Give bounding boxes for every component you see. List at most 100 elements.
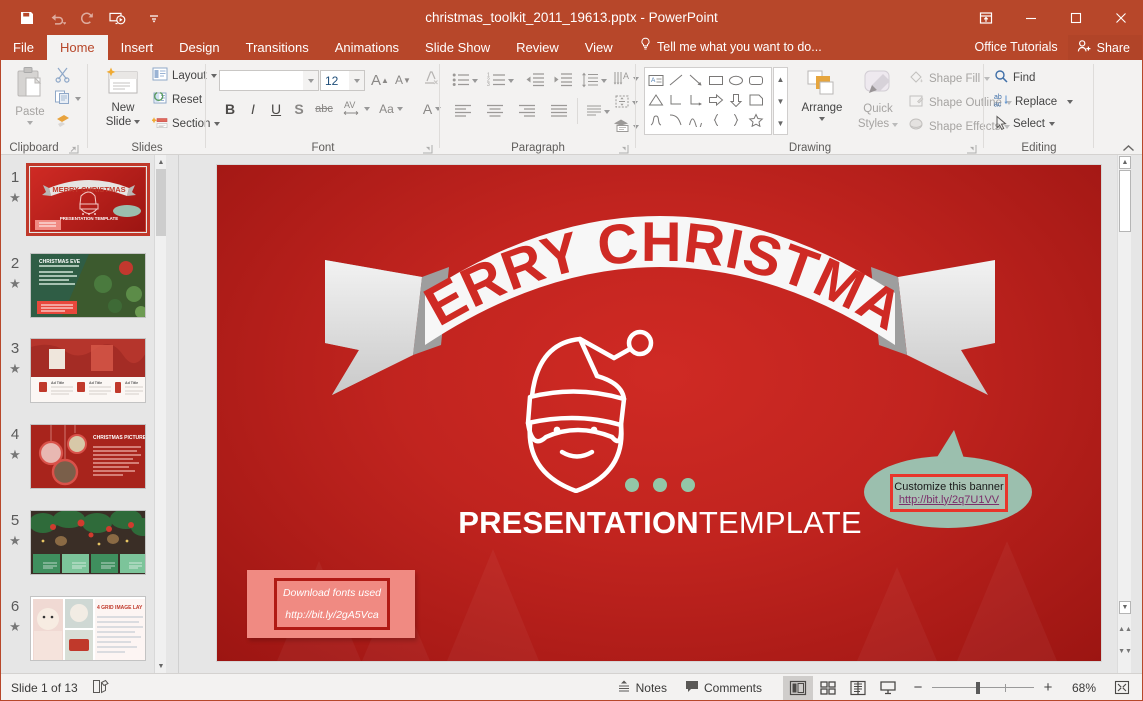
bold-button[interactable]: B [219,98,241,120]
align-right-button[interactable] [514,102,540,122]
callout-customize-banner[interactable]: Customize this banner http://bit.ly/2q7U… [862,430,1034,530]
cut-button[interactable] [54,66,71,86]
new-slide-chevron-down-icon[interactable] [134,120,140,124]
close-icon[interactable] [1098,0,1143,35]
paste-button[interactable]: Paste [8,64,52,125]
slide-thumbnail-pane[interactable]: 1 ★ MERRY CHRISTMAS PRESENTATION TEMPLAT… [0,155,166,673]
zoom-control[interactable]: − + 68% [911,680,1135,695]
shape-flowchart-icon[interactable] [746,90,766,110]
undo-button[interactable] [44,5,70,31]
start-presentation-button[interactable] [104,5,130,31]
font-name-chevron-down-icon[interactable] [303,71,318,90]
reset-button[interactable]: Reset [152,91,202,108]
font-size-combobox[interactable]: 12 [320,70,365,91]
shapes-gallery[interactable]: A [644,67,772,135]
increase-font-size-button[interactable]: A▲ [369,69,391,91]
character-spacing-button[interactable]: AV [338,98,372,120]
line-spacing-button[interactable] [579,70,609,92]
shape-textbox-icon[interactable]: A [646,70,666,90]
tab-view[interactable]: View [572,35,626,60]
office-tutorials-link[interactable]: Office Tutorials [965,35,1068,60]
animation-star-icon-5[interactable]: ★ [0,533,30,549]
shapes-more-icon[interactable]: ▼ [774,112,787,134]
animation-star-icon-4[interactable]: ★ [0,447,30,463]
font-size-chevron-down-icon[interactable] [349,71,364,90]
columns-chevron-down-icon[interactable] [604,110,610,114]
next-slide-icon[interactable]: ▼▼ [1119,645,1131,658]
callout-download-fonts[interactable]: Download fonts used http://bit.ly/2gA5Vc… [247,570,415,638]
slide-show-button[interactable] [873,676,903,700]
line-spacing-chevron-down-icon[interactable] [601,79,607,83]
shape-right-brace-icon[interactable] [726,110,746,130]
shape-triangle-icon[interactable] [646,90,666,110]
redo-button[interactable] [74,5,100,31]
font-dialog-launcher[interactable] [422,142,434,154]
shape-line-icon[interactable] [666,70,686,90]
comments-button[interactable]: Comments [676,676,771,700]
slide-scroll-down-icon[interactable]: ▼ [1119,601,1131,614]
collapse-ribbon-button[interactable] [1120,141,1136,155]
thumbnail-slide-3[interactable]: Ad TitleAd TitleAd Title [30,338,146,403]
thumbnail-slide-4[interactable]: CHRISTMAS PICTURE [30,424,146,489]
shape-star-icon[interactable] [746,110,766,130]
tell-me-search[interactable]: Tell me what you want to do... [640,35,822,60]
bullets-chevron-down-icon[interactable] [472,79,478,83]
change-case-button[interactable]: Aa [374,98,408,120]
decrease-font-size-button[interactable]: A▼ [392,69,414,91]
arrange-button[interactable]: Arrange [794,66,850,121]
thumbnail-scroll-thumb[interactable] [156,169,166,236]
bullets-button[interactable] [450,70,480,92]
tab-insert[interactable]: Insert [108,35,167,60]
new-slide-button[interactable]: New Slide [97,65,149,129]
strikethrough-button[interactable]: abc [311,98,337,120]
shape-right-arrow-icon[interactable] [706,90,726,110]
shape-down-arrow-icon[interactable] [726,90,746,110]
change-case-chevron-down-icon[interactable] [397,107,403,111]
slide-scrollbar[interactable]: ▲ ▼ ▲▲ ▼▼ [1117,155,1131,673]
save-button[interactable] [14,5,40,31]
thumbnail-scroll-down-icon[interactable]: ▼ [155,659,166,673]
shapes-scroll-up-icon[interactable]: ▲ [774,68,787,90]
quick-styles-button[interactable]: Quick Styles [852,66,904,132]
thumbnail-scrollbar[interactable]: ▲ ▼ [154,155,166,673]
slide-canvas[interactable]: MERRY CHRISTMAS [216,164,1102,662]
zoom-in-button[interactable]: + [1041,680,1055,695]
thumbnail-slide-5[interactable] [30,510,146,575]
animation-star-icon-6[interactable]: ★ [0,619,30,635]
clipboard-dialog-launcher[interactable] [68,142,80,154]
numbering-chevron-down-icon[interactable] [508,79,514,83]
drawing-dialog-launcher[interactable] [966,142,978,154]
customize-qat-button[interactable] [141,5,167,31]
animation-star-icon-3[interactable]: ★ [0,361,30,377]
callout-fonts-link[interactable]: http://bit.ly/2gA5Vca [285,609,378,621]
shape-rounded-rectangle-icon[interactable] [746,70,766,90]
tab-transitions[interactable]: Transitions [233,35,322,60]
shape-curve-down-icon[interactable] [666,110,686,130]
zoom-out-button[interactable]: − [911,680,925,695]
select-chevron-down-icon[interactable] [1049,122,1055,126]
shape-elbow-connector-icon[interactable] [666,90,686,110]
thumbnail-scroll-up-icon[interactable]: ▲ [155,155,166,169]
tab-file[interactable]: File [0,35,47,60]
font-name-combobox[interactable] [219,70,319,91]
shape-arrow-icon[interactable] [686,70,706,90]
underline-button[interactable]: U [265,98,287,120]
tab-animations[interactable]: Animations [322,35,412,60]
select-button[interactable]: Select [994,115,1055,133]
tab-home[interactable]: Home [47,35,108,60]
copy-button[interactable] [54,89,81,108]
tab-slide-show[interactable]: Slide Show [412,35,503,60]
slide-scroll-up-icon[interactable]: ▲ [1119,156,1131,169]
paste-chevron-down-icon[interactable] [27,121,33,125]
columns-button[interactable] [583,102,613,122]
slide-scroll-thumb[interactable] [1119,170,1131,232]
shape-left-brace-icon[interactable] [706,110,726,130]
thumbnail-slide-6[interactable]: 4 GRID IMAGE LAY [30,596,146,661]
share-button[interactable]: Share [1068,35,1143,60]
paragraph-dialog-launcher[interactable] [618,142,630,154]
tab-review[interactable]: Review [503,35,572,60]
notes-page-icon[interactable] [92,679,109,697]
minimize-icon[interactable] [1008,0,1053,35]
animation-star-icon-2[interactable]: ★ [0,276,30,292]
notes-button[interactable]: Notes [608,676,676,700]
